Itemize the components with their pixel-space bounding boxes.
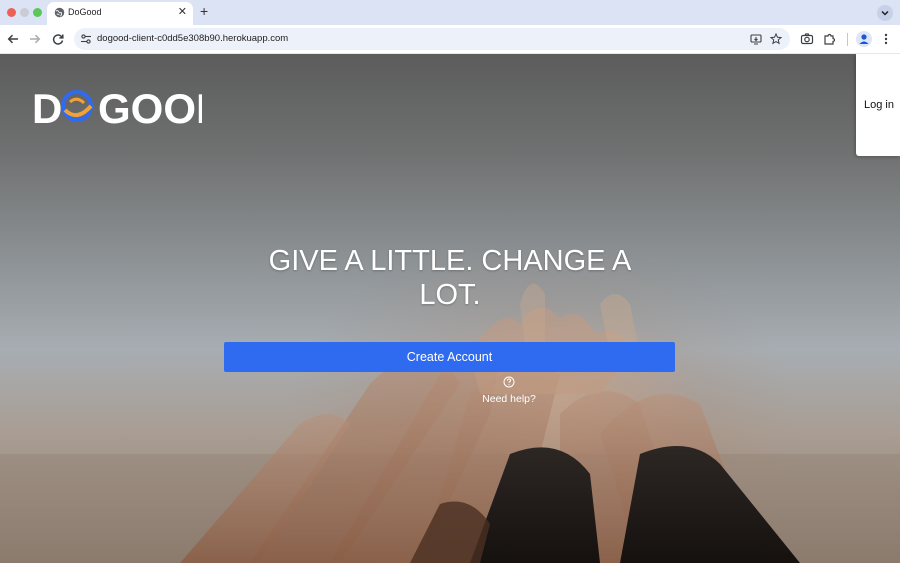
- landing-page: D GOOD Log in GIVE A LITTLE. CHANGE A LO…: [0, 54, 900, 563]
- close-icon[interactable]: ✕: [178, 5, 187, 19]
- more-vert-icon[interactable]: [879, 32, 893, 46]
- camera-icon[interactable]: [800, 32, 814, 46]
- window-zoom-button[interactable]: [33, 8, 42, 17]
- chevron-down-icon[interactable]: [877, 5, 893, 21]
- login-link[interactable]: Log in: [864, 99, 894, 111]
- url-text[interactable]: dogood-client-c0dd5e308b90.herokuapp.com: [97, 33, 288, 44]
- logo-letter-d: D: [32, 86, 62, 126]
- tab-dogood[interactable]: DoGood ✕: [47, 2, 193, 25]
- window-close-button[interactable]: [7, 8, 16, 17]
- plus-icon[interactable]: +: [200, 3, 208, 19]
- need-help-link[interactable]: Need help?: [449, 393, 569, 405]
- tab-title: DoGood: [68, 7, 102, 17]
- star-icon[interactable]: [770, 33, 782, 45]
- globe-icon: [54, 7, 65, 18]
- toolbar-divider: [847, 33, 848, 46]
- logo-word-good: GOOD: [98, 86, 202, 126]
- dogood-logo[interactable]: D GOOD: [32, 85, 226, 132]
- hero-title: GIVE A LITTLE. CHANGE A LOT.: [268, 245, 632, 311]
- browser-toolbar: dogood-client-c0dd5e308b90.herokuapp.com: [0, 25, 900, 54]
- extensions-icon[interactable]: [823, 32, 837, 46]
- create-account-button[interactable]: Create Account: [224, 342, 675, 372]
- login-panel: Log in: [856, 54, 900, 156]
- arrow-left-icon[interactable]: [6, 32, 20, 46]
- reload-icon[interactable]: [51, 32, 65, 46]
- arrow-right-icon[interactable]: [28, 32, 42, 46]
- window-minimize-button[interactable]: [20, 8, 29, 17]
- tab-strip: DoGood ✕ +: [0, 0, 900, 25]
- logo-globe-icon: [61, 90, 93, 122]
- tune-icon[interactable]: [80, 33, 92, 45]
- address-bar[interactable]: dogood-client-c0dd5e308b90.herokuapp.com: [74, 28, 790, 50]
- profile-icon[interactable]: [856, 31, 872, 47]
- install-app-icon[interactable]: [750, 33, 762, 45]
- question-circle-icon[interactable]: [503, 376, 515, 388]
